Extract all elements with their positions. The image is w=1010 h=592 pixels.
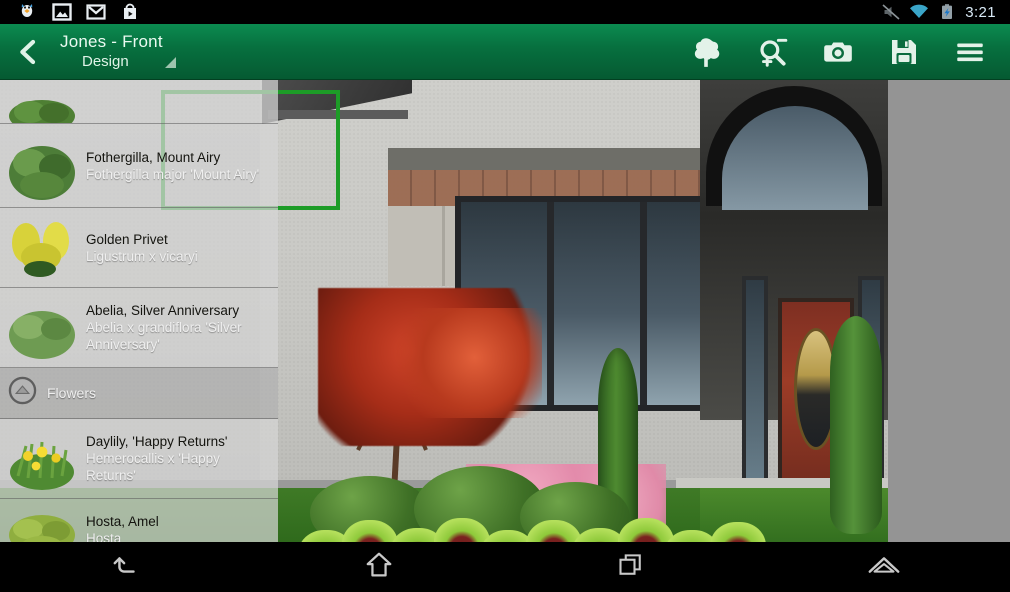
plant-latin-name: Ligustrum x vicaryi [86,248,198,264]
daylily-thumb [6,424,78,494]
plant-latin-name: Hosta [86,530,122,543]
battery-charging-icon [937,3,957,21]
floppy-disk-icon[interactable] [882,30,926,74]
list-item[interactable]: Golden Privet Ligustrum x vicaryi [0,208,278,288]
list-item[interactable]: Abelia, Silver Anniversary Abelia x gran… [0,288,278,368]
page-title: Jones - Front [60,32,163,51]
tree-icon[interactable] [684,30,728,74]
status-bar-notification-icons [6,3,140,21]
android-tablet-screen: 3:21 Jones - Front Design Fothergilla, M… [0,0,1010,592]
red-maple-canopy-highlight [392,308,542,418]
wifi-icon [909,3,929,21]
spiral-topiary-right [830,316,882,534]
home-icon [364,550,394,585]
list-item-text: Hosta, Amel Hosta [78,513,159,543]
nav-app-button[interactable] [758,542,1010,592]
photo-gallery-icon [52,3,72,21]
back-arrow-icon [111,550,141,585]
golden-privet-thumb [6,213,78,283]
nav-back-button[interactable] [0,542,253,592]
back-chevron-icon[interactable] [0,24,56,80]
abelia-thumb [6,293,78,363]
title-block[interactable]: Jones - Front Design [56,24,176,80]
plant-common-name: Daylily, 'Happy Returns' [86,434,228,449]
plant-latin-name: Abelia x grandiflora 'Silver Anniversary… [86,320,242,352]
list-item-text: Golden Privet Ligustrum x vicaryi [78,231,198,265]
status-bar-system-icons: 3:21 [881,3,1004,21]
plant-latin-name: Hemerocallis x 'Happy Returns' [86,451,220,483]
magnifier-plus-minus-icon[interactable] [750,30,794,74]
mute-icon [881,3,901,21]
dropdown-caret-icon[interactable] [164,57,176,68]
play-store-icon [120,3,140,21]
list-item-text: Abelia, Silver Anniversary Abelia x gran… [78,302,270,353]
design-photo-canvas[interactable]: Fothergilla, Mount Airy Fothergilla majo… [0,80,1010,542]
plant-list-panel[interactable]: Fothergilla, Mount Airy Fothergilla majo… [0,80,278,542]
nav-home-button[interactable] [253,542,506,592]
recents-icon [617,551,645,584]
roof-chevron-icon [867,553,901,582]
group-label: Flowers [47,385,97,401]
list-item[interactable] [0,80,278,124]
list-item[interactable]: Fothergilla, Mount Airy Fothergilla majo… [0,124,278,208]
list-item-text: Fothergilla, Mount Airy Fothergilla majo… [78,149,259,183]
plant-common-name: Abelia, Silver Anniversary [86,303,240,318]
status-bar: 3:21 [0,0,1010,24]
shrub-green-thumb [6,86,78,123]
list-item[interactable]: Hosta, Amel Hosta [0,499,278,542]
plant-common-name: Fothergilla, Mount Airy [86,149,221,165]
gmail-icon [86,3,106,21]
hosta-thumb [6,501,78,542]
camera-icon[interactable] [816,30,860,74]
plant-common-name: Hosta, Amel [86,513,159,529]
twitter-bird-icon [18,3,38,21]
list-group-header-flowers[interactable]: Flowers [0,368,278,419]
sidelight-left [742,276,768,504]
coleus-row [298,516,776,542]
list-item[interactable]: Daylily, 'Happy Returns' Hemerocallis x … [0,419,278,499]
collapse-up-icon[interactable] [8,376,37,410]
hamburger-menu-icon[interactable] [948,30,992,74]
fothergilla-thumb [6,129,78,203]
page-subtitle: Design [82,53,129,70]
list-item-text: Daylily, 'Happy Returns' Hemerocallis x … [78,433,270,484]
system-navigation-bar [0,542,1010,592]
plant-latin-name: Fothergilla major 'Mount Airy' [86,166,260,182]
action-bar-actions [684,30,1010,74]
status-bar-clock: 3:21 [965,3,996,21]
plant-common-name: Golden Privet [86,231,168,247]
action-bar: Jones - Front Design [0,24,1010,80]
nav-recents-button[interactable] [505,542,758,592]
